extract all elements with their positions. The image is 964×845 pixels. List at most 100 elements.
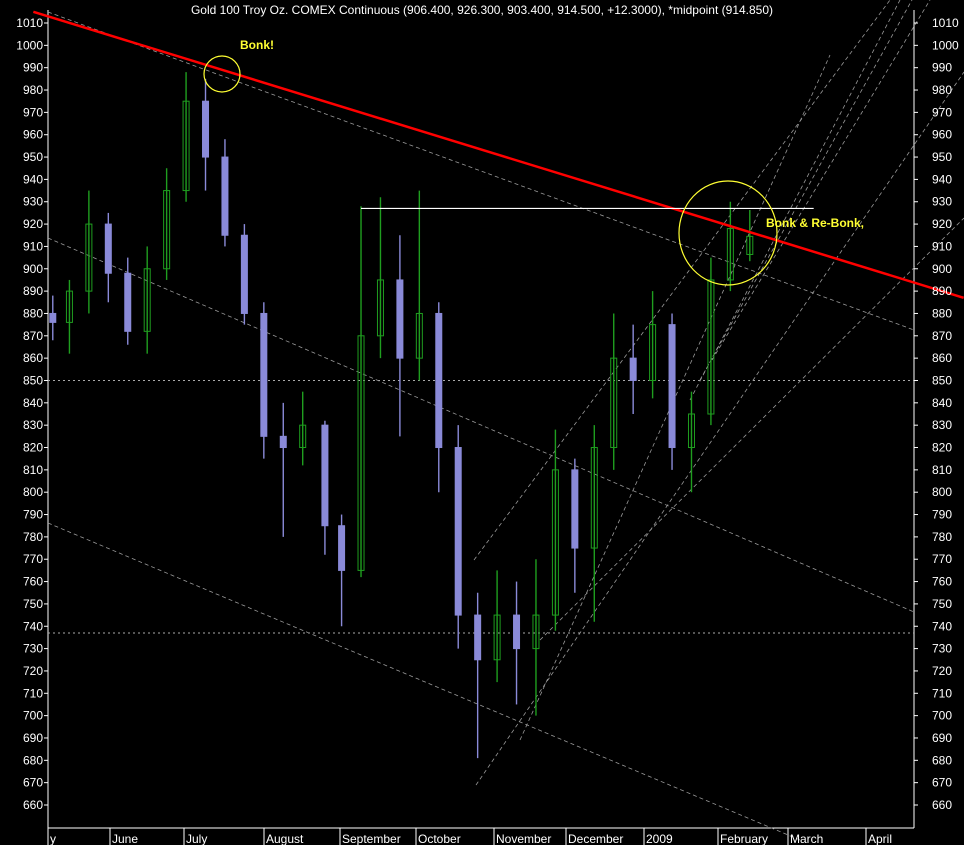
bonk-annotation: Bonk! — [240, 38, 274, 52]
y-tick-label-left: 680 — [23, 753, 43, 767]
y-tick-label-right: 940 — [932, 172, 952, 186]
y-tick-label-right: 690 — [932, 731, 952, 745]
y-tick-label-right: 730 — [932, 642, 952, 656]
candle-body — [49, 312, 57, 323]
y-tick-label-left: 830 — [23, 418, 43, 432]
y-tick-label-right: 950 — [932, 150, 952, 164]
channel-line — [47, 237, 915, 613]
candle-body — [513, 614, 521, 650]
y-tick-label-right: 860 — [932, 351, 952, 365]
y-tick-labels-left: 660 670 680 690 700 710 720 730 740 750 760 770 780 7… — [16, 16, 48, 812]
y-tick-label-left: 670 — [23, 776, 43, 790]
y-tick-label-left: 740 — [23, 619, 43, 633]
candle-body — [668, 324, 676, 449]
y-tick-label-right: 970 — [932, 105, 952, 119]
y-tick-label-right: 880 — [932, 306, 952, 320]
y-tick-label-right: 910 — [932, 239, 952, 253]
rebonk-annotation: Bonk & Re-Bonk, — [766, 216, 865, 230]
y-tick-label-left: 880 — [23, 306, 43, 320]
x-tick-label: October — [418, 832, 461, 845]
y-tick-label-left: 860 — [23, 351, 43, 365]
x-tick-label: June — [112, 832, 138, 845]
candle-body — [396, 279, 404, 359]
y-tick-label-left: 840 — [23, 396, 43, 410]
y-tick-label-right: 930 — [932, 195, 952, 209]
y-tick-label-right: 760 — [932, 575, 952, 589]
y-tick-label-right: 1000 — [932, 38, 959, 52]
y-tick-label-right: 660 — [932, 798, 952, 812]
y-tick-label-right: 790 — [932, 508, 952, 522]
y-tick-label-left: 730 — [23, 642, 43, 656]
y-tick-label-left: 900 — [23, 262, 43, 276]
candle-layer — [49, 72, 754, 759]
y-tick-label-right: 960 — [932, 128, 952, 142]
y-tick-label-left: 820 — [23, 441, 43, 455]
y-tick-label-left: 890 — [23, 284, 43, 298]
y-tick-label-left: 800 — [23, 485, 43, 499]
y-tick-label-right: 920 — [932, 217, 952, 231]
y-tick-label-right: 980 — [932, 83, 952, 97]
y-tick-label-right: 680 — [932, 753, 952, 767]
y-tick-label-right: 890 — [932, 284, 952, 298]
y-tick-label-left: 720 — [23, 664, 43, 678]
y-tick-label-left: 810 — [23, 463, 43, 477]
y-tick-label-left: 980 — [23, 83, 43, 97]
red-trendline — [32, 10, 964, 300]
channel-line — [473, 0, 891, 561]
y-tick-label-left: 750 — [23, 597, 43, 611]
candle-body — [124, 272, 132, 332]
y-tick-label-left: 950 — [23, 150, 43, 164]
candle-body — [321, 424, 329, 527]
overlay-layer — [32, 10, 964, 300]
y-tick-label-left: 960 — [23, 128, 43, 142]
grid-layer — [48, 379, 914, 634]
y-tick-label-right: 820 — [932, 441, 952, 455]
channel-line — [47, 11, 915, 331]
y-tick-label-left: 940 — [23, 172, 43, 186]
channel-line — [699, 0, 913, 381]
x-tick-label: April — [868, 832, 892, 845]
x-tick-label: y — [50, 832, 56, 845]
y-tick-label-left: 870 — [23, 329, 43, 343]
y-tick-label-right: 840 — [932, 396, 952, 410]
y-tick-label-left: 700 — [23, 709, 43, 723]
chart: 660 670 680 690 700 710 720 730 740 750 760 770 780 7… — [16, 0, 964, 845]
candle-body — [435, 312, 443, 449]
y-tick-label-left: 690 — [23, 731, 43, 745]
y-tick-label-left: 760 — [23, 575, 43, 589]
candle-body — [221, 156, 229, 236]
y-tick-label-left: 850 — [23, 373, 43, 387]
x-tick-labels: y June July August September October November D… — [47, 828, 892, 845]
x-tick-label: March — [790, 832, 823, 845]
x-tick-label: December — [568, 832, 623, 845]
y-tick-label-left: 970 — [23, 105, 43, 119]
y-tick-label-left: 910 — [23, 239, 43, 253]
y-tick-label-left: 1000 — [16, 38, 43, 52]
y-tick-label-right: 850 — [932, 373, 952, 387]
y-tick-label-left: 770 — [23, 552, 43, 566]
y-tick-label-right: 990 — [932, 61, 952, 75]
y-tick-label-right: 670 — [932, 776, 952, 790]
y-tick-label-left: 930 — [23, 195, 43, 209]
x-tick-label: August — [266, 832, 304, 845]
y-tick-label-left: 1010 — [16, 16, 43, 30]
x-tick-label: September — [342, 832, 401, 845]
y-tick-label-right: 750 — [932, 597, 952, 611]
y-tick-label-right: 710 — [932, 686, 952, 700]
candle-body — [338, 525, 346, 571]
x-tick-label: 2009 — [646, 832, 673, 845]
y-tick-label-left: 710 — [23, 686, 43, 700]
rebonk-circle — [678, 180, 778, 286]
chart-title: Gold 100 Troy Oz. COMEX Continuous (906.… — [190, 3, 774, 17]
candle-body — [260, 312, 268, 437]
y-tick-label-right: 870 — [932, 329, 952, 343]
y-tick-label-left: 990 — [23, 61, 43, 75]
y-tick-label-right: 770 — [932, 552, 952, 566]
candle-body — [454, 447, 462, 616]
y-tick-label-right: 780 — [932, 530, 952, 544]
candle-body — [571, 469, 579, 549]
y-tick-label-left: 920 — [23, 217, 43, 231]
y-tick-label-right: 720 — [932, 664, 952, 678]
y-tick-label-left: 780 — [23, 530, 43, 544]
y-tick-label-left: 790 — [23, 508, 43, 522]
